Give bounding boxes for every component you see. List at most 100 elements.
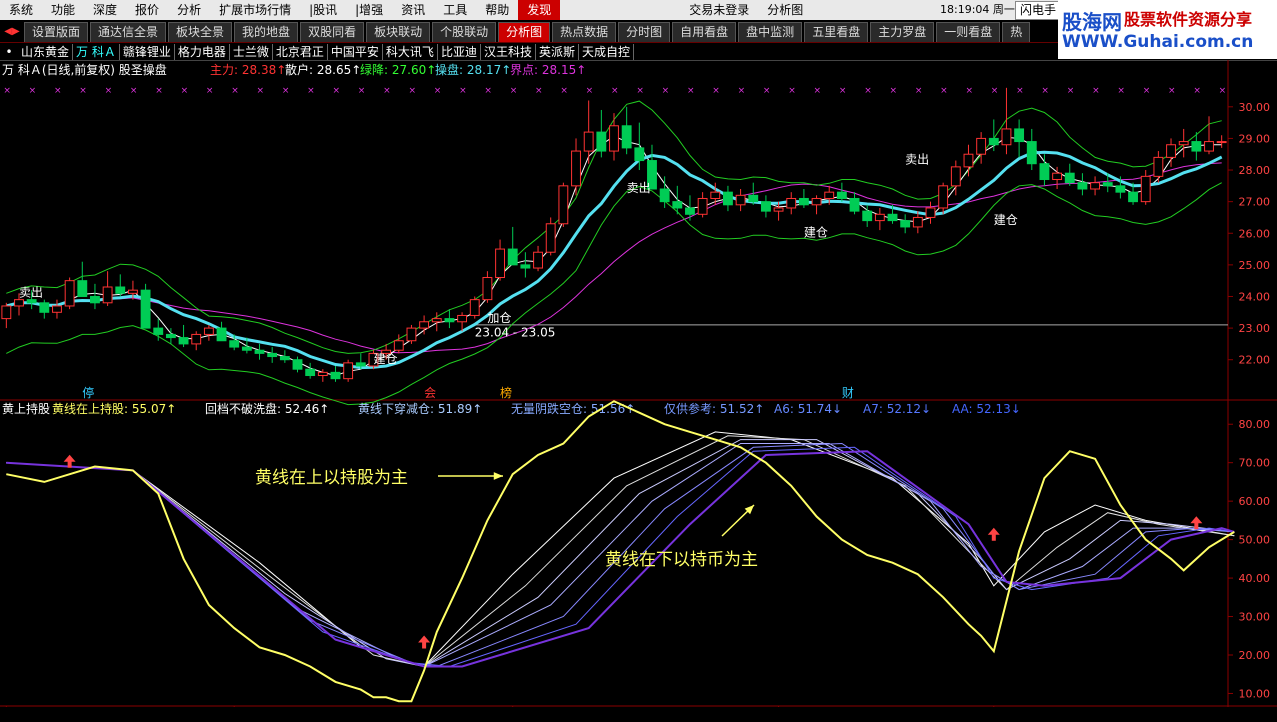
- candle-body: [710, 191, 721, 199]
- candle-body: [444, 318, 455, 323]
- signal-label-7: 建仓: [994, 213, 1018, 227]
- stock-tab-3[interactable]: 格力电器: [175, 43, 230, 60]
- stock-tab-2[interactable]: 赣锋锂业: [120, 43, 175, 60]
- candle-body: [431, 318, 442, 323]
- candle-body: [115, 286, 126, 294]
- x-marker-icon: ×: [307, 86, 315, 96]
- logo-subtitle: 股票软件资源分享: [1124, 10, 1253, 29]
- tab-6[interactable]: 个股联动: [432, 21, 497, 42]
- candle-body: [469, 299, 480, 316]
- x-marker-icon: ×: [434, 86, 442, 96]
- tab-15[interactable]: 热: [1002, 21, 1031, 42]
- line-caopan: [5, 150, 1223, 370]
- event-marker-3: 财: [842, 386, 854, 400]
- buy-arrow-icon: [418, 635, 431, 649]
- candle-body: [254, 349, 265, 354]
- stock-tab-6[interactable]: 中国平安: [328, 43, 383, 60]
- x-marker-icon: ×: [1092, 86, 1100, 96]
- menu-item-5[interactable]: 扩展市场行情: [210, 0, 300, 20]
- menu-item-9[interactable]: 工具: [434, 0, 476, 20]
- tab-9[interactable]: 分时图: [618, 21, 671, 42]
- x-marker-icon: ×: [890, 86, 898, 96]
- y-tick-label: 29.00: [1239, 132, 1271, 145]
- candle-body: [495, 248, 505, 279]
- stock-tab-11[interactable]: 天成自控: [579, 43, 634, 60]
- tab-0[interactable]: 设置版面: [24, 21, 89, 42]
- y-tick-label: 80.00: [1239, 418, 1271, 431]
- line-sanhu: [6, 135, 1222, 377]
- chart-area[interactable]: 30.00 29.00 28.00 27.00 26.00 25.00 24.00 23.00…: [0, 60, 1277, 722]
- candle-body: [862, 210, 873, 222]
- candle-body: [773, 207, 784, 212]
- menu-center-1[interactable]: 分析图: [758, 0, 812, 20]
- tab-5[interactable]: 板块联动: [366, 21, 431, 42]
- tab-scroll-arrows-icon[interactable]: ◀▶: [0, 26, 24, 37]
- menu-item-6[interactable]: |股讯: [300, 0, 346, 20]
- menu-item-7[interactable]: |增强: [346, 0, 392, 20]
- tab-13[interactable]: 主力罗盘: [870, 21, 935, 42]
- y-tick-label: 40.00: [1239, 572, 1271, 585]
- x-marker-icon: ×: [54, 86, 62, 96]
- x-marker-icon: ×: [130, 86, 138, 96]
- tab-4[interactable]: 双股同看: [300, 21, 365, 42]
- clock-text: 18:19:04 周一: [940, 3, 1015, 16]
- menu-item-10[interactable]: 帮助: [476, 0, 518, 20]
- x-marker-icon: ×: [155, 86, 163, 96]
- tab-11[interactable]: 盘中监测: [738, 21, 803, 42]
- candle-body: [14, 299, 24, 307]
- candle-body: [507, 248, 518, 266]
- sub-indicator-7: AA: 52.13↓: [952, 402, 1021, 416]
- sub-indicator-2: 黄线下穿减仓: 51.89↑: [358, 401, 482, 416]
- candle-body: [1014, 128, 1025, 143]
- stock-bar-dot-icon: •: [5, 44, 13, 59]
- stock-tab-4[interactable]: 士兰微: [230, 43, 273, 60]
- candle-body: [545, 223, 556, 253]
- tab-14[interactable]: 一则看盘: [936, 21, 1001, 42]
- candle-body: [1039, 163, 1050, 181]
- candle-body: [824, 191, 835, 199]
- signal-label-4: 卖出: [627, 181, 651, 195]
- candle-body: [786, 197, 797, 209]
- stock-tab-5[interactable]: 北京君正: [273, 43, 328, 60]
- tab-10[interactable]: 自用看盘: [672, 21, 737, 42]
- y-tick-label: 20.00: [1239, 649, 1271, 662]
- stock-tab-0[interactable]: 山东黄金: [18, 43, 74, 60]
- menu-item-4[interactable]: 分析: [168, 0, 210, 20]
- candle-body: [735, 194, 746, 206]
- menu-item-11[interactable]: 发现: [518, 0, 561, 20]
- y-tick-label: 30.00: [1239, 611, 1271, 624]
- sub-indicator-5: A6: 51.74↓: [774, 402, 842, 416]
- tab-7[interactable]: 分析图: [498, 21, 551, 42]
- candle-body: [1128, 191, 1138, 203]
- stock-tab-10[interactable]: 英派斯: [536, 43, 579, 60]
- signal-label-2: 建仓: [373, 352, 397, 366]
- stock-tab-8[interactable]: 比亚迪: [438, 43, 481, 60]
- menu-item-2[interactable]: 深度: [84, 0, 126, 20]
- x-marker-icon: ×: [915, 86, 923, 96]
- candle-body: [1026, 141, 1037, 165]
- x-marker-icon: ×: [1016, 86, 1024, 96]
- flash-trade-button[interactable]: 闪电手: [1015, 1, 1062, 20]
- candle-body: [330, 371, 341, 380]
- menu-item-3[interactable]: 报价: [126, 0, 168, 20]
- menu-item-1[interactable]: 功能: [42, 0, 84, 20]
- menu-center-0[interactable]: 交易未登录: [680, 0, 758, 20]
- stock-tab-7[interactable]: 科大讯飞: [383, 43, 438, 60]
- stock-tab-9[interactable]: 汉王科技: [481, 43, 536, 60]
- tab-12[interactable]: 五里看盘: [804, 21, 869, 42]
- candle-body: [102, 286, 113, 304]
- candle-body: [1216, 141, 1227, 144]
- tab-8[interactable]: 热点数据: [552, 21, 617, 42]
- x-marker-icon: ×: [1193, 86, 1201, 96]
- menu-item-0[interactable]: 系统: [0, 0, 42, 20]
- tab-2[interactable]: 板块全景: [168, 21, 233, 42]
- x-marker-icon: ×: [484, 86, 492, 96]
- x-marker-icon: ×: [1067, 86, 1075, 96]
- stock-tab-1[interactable]: 万 科Ａ: [73, 43, 120, 60]
- candle-body: [1064, 172, 1075, 184]
- x-marker-icon: ×: [864, 86, 872, 96]
- tab-1[interactable]: 通达信全景: [90, 21, 167, 42]
- menu-item-8[interactable]: 资讯: [392, 0, 434, 20]
- sub-indicator-4: 仅供参考: 51.52↑: [664, 401, 764, 416]
- tab-3[interactable]: 我的地盘: [234, 21, 299, 42]
